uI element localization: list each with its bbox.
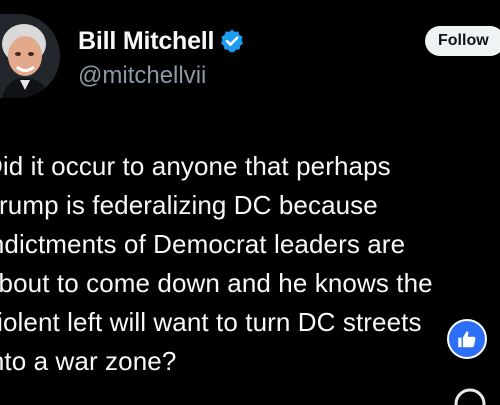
profile-photo bbox=[0, 14, 60, 98]
thumbs-up-icon bbox=[458, 331, 476, 348]
tweet-text: Did it occur to anyone that perhaps Trum… bbox=[0, 151, 433, 376]
follow-button[interactable]: Follow bbox=[425, 26, 500, 56]
circle-icon[interactable] bbox=[452, 386, 488, 405]
verified-badge-icon bbox=[219, 28, 245, 54]
like-reaction-badge[interactable] bbox=[447, 319, 487, 359]
author-handle[interactable]: @mitchellvii bbox=[78, 62, 206, 90]
author-name-row: Bill Mitchell bbox=[78, 26, 245, 56]
author-display-name[interactable]: Bill Mitchell bbox=[78, 27, 215, 56]
avatar[interactable] bbox=[0, 14, 60, 98]
